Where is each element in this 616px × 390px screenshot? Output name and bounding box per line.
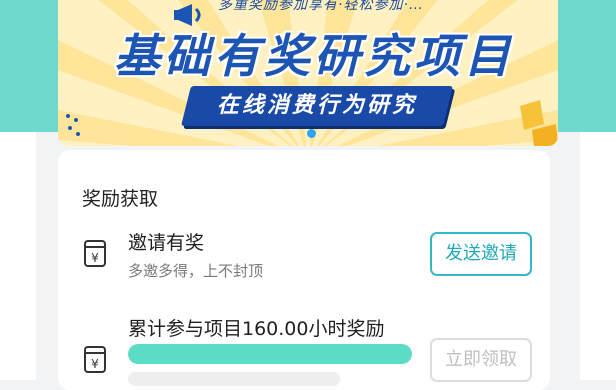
promo-banner[interactable]: 多重奖励参加享有·轻松参加·… 基础有奖研究项目 在线消费行为研究: [58, 0, 558, 146]
banner-ribbon-text: 在线消费行为研究: [216, 93, 417, 118]
section-title: 奖励获取: [82, 188, 159, 210]
svg-text:¥: ¥: [91, 357, 99, 371]
hours-progress-bar: [128, 344, 412, 364]
invite-description: 多邀多得，上不封顶: [128, 262, 264, 280]
claim-now-button[interactable]: 立即领取: [430, 338, 532, 382]
svg-text:¥: ¥: [91, 251, 99, 265]
hours-reward-title: 累计参与项目160.00小时奖励: [128, 318, 385, 340]
banner-title: 基础有奖研究项目: [114, 29, 514, 83]
invite-title: 邀请有奖: [128, 232, 205, 254]
hours-progress-fill: [128, 344, 412, 364]
wallet-yen-icon: ¥: [84, 240, 106, 267]
dots-decoration: [66, 114, 80, 136]
send-invite-button[interactable]: 发送邀请: [430, 232, 532, 276]
rewards-card: 奖励获取 ¥ 邀请有奖 多邀多得，上不封顶 发送邀请 ¥ 累计参与项目160.0…: [58, 150, 550, 390]
banner-subtitle: 多重奖励参加享有·轻松参加·…: [218, 0, 424, 13]
gift-decoration: [520, 100, 558, 146]
progress-caption-placeholder: [128, 372, 340, 386]
wallet-yen-icon: ¥: [84, 346, 106, 373]
carousel-indicator[interactable]: [307, 129, 316, 138]
